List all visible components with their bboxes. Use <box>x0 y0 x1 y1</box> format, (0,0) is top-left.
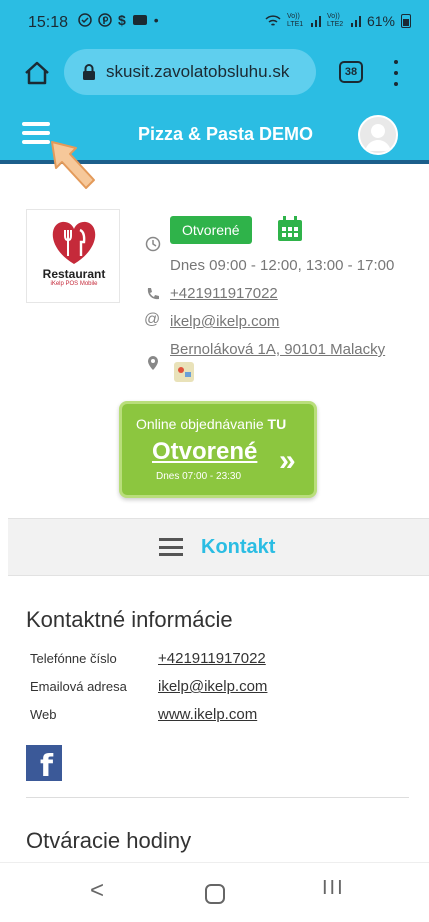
pinterest-icon <box>98 13 112 27</box>
url-field[interactable]: skusit.zavolatobsluhu.sk <box>64 49 316 95</box>
heart-cutlery-icon <box>52 221 96 264</box>
hand-pointer-icon <box>51 141 95 189</box>
at-icon: @ <box>144 311 161 328</box>
recent-apps-button[interactable]: III <box>322 877 345 900</box>
contact-row-label: Emailová adresa <box>30 679 127 694</box>
back-button[interactable]: < <box>90 877 104 905</box>
user-icon <box>365 124 391 151</box>
more-options-icon[interactable] <box>392 60 400 86</box>
dollar-icon: $ <box>118 12 126 28</box>
system-nav-bar: < III <box>0 862 429 922</box>
signal-bars-1-icon <box>310 16 321 27</box>
status-badge: Otvorené <box>170 216 252 244</box>
location-pin-icon <box>148 356 158 370</box>
logo-subtext: iKelp POS Mobile <box>50 281 98 287</box>
check-circle-icon <box>78 13 92 27</box>
dot-icon: • <box>153 12 159 28</box>
contact-web-link[interactable]: www.ikelp.com <box>158 706 257 723</box>
home-icon[interactable] <box>22 58 52 88</box>
calendar-icon[interactable] <box>276 215 304 243</box>
order-status: Otvorené <box>152 438 258 465</box>
contact-info-heading: Kontaktné informácie <box>26 607 233 632</box>
clock-icon <box>145 236 161 252</box>
browser-chrome: 15:18 $ • Vo)) LTE1 Vo)) LTE2 61% skusit… <box>0 0 429 106</box>
avatar[interactable] <box>358 115 398 155</box>
contact-row-label: Web <box>30 707 57 722</box>
home-button[interactable] <box>205 884 225 904</box>
address-link[interactable]: Bernoláková 1A, 90101 Malacky <box>170 341 385 358</box>
contact-phone-link[interactable]: +421911917022 <box>158 650 266 667</box>
page-title: Pizza & Pasta DEMO <box>138 124 314 144</box>
status-time: 15:18 <box>28 14 69 31</box>
contact-email-link[interactable]: ikelp@ikelp.com <box>158 678 267 695</box>
opening-hours-heading: Otváracie hodiny <box>26 828 192 853</box>
order-button-caption: Online objednávanie TU <box>136 416 287 432</box>
logo-text: Restaurant <box>42 267 106 281</box>
kontakt-title: Kontakt <box>201 536 276 558</box>
map-icon[interactable] <box>174 362 194 382</box>
contact-row-label: Telefónne číslo <box>30 651 117 666</box>
lock-icon <box>83 64 95 80</box>
signal-1-label: Vo)) LTE1 <box>286 13 304 28</box>
phone-link[interactable]: +421911917022 <box>170 285 278 302</box>
url-text: skusit.zavolatobsluhu.sk <box>106 62 290 81</box>
divider <box>26 797 409 798</box>
url-bar-row: skusit.zavolatobsluhu.sk 38 <box>0 44 429 104</box>
opening-hours-today: Dnes 09:00 - 12:00, 13:00 - 17:00 <box>170 257 395 274</box>
online-order-button[interactable]: Online objednávanie TU Otvorené Dnes 07:… <box>119 401 317 498</box>
app-notification-icon <box>132 15 147 25</box>
kontakt-section-header[interactable]: Kontakt <box>8 518 429 576</box>
restaurant-logo: Restaurant iKelp POS Mobile <box>26 209 120 303</box>
wifi-icon <box>265 15 281 26</box>
double-chevron-icon: » <box>279 444 296 477</box>
order-hours: Dnes 07:00 - 23:30 <box>156 471 242 482</box>
menu-icon <box>159 538 183 556</box>
signal-2-label: Vo)) LTE2 <box>326 13 344 28</box>
status-right: Vo)) LTE1 Vo)) LTE2 61% <box>265 13 411 29</box>
tabs-button[interactable]: 38 <box>339 61 363 83</box>
status-bar: 15:18 $ • Vo)) LTE1 Vo)) LTE2 61% <box>0 0 429 44</box>
status-notification-icons: $ • <box>78 12 159 28</box>
phone-icon <box>147 288 159 300</box>
email-link[interactable]: ikelp@ikelp.com <box>170 313 279 330</box>
signal-bars-2-icon <box>350 16 361 27</box>
facebook-icon[interactable]: f <box>26 745 62 784</box>
battery-percent: 61% <box>366 13 395 29</box>
battery-icon <box>401 14 411 28</box>
